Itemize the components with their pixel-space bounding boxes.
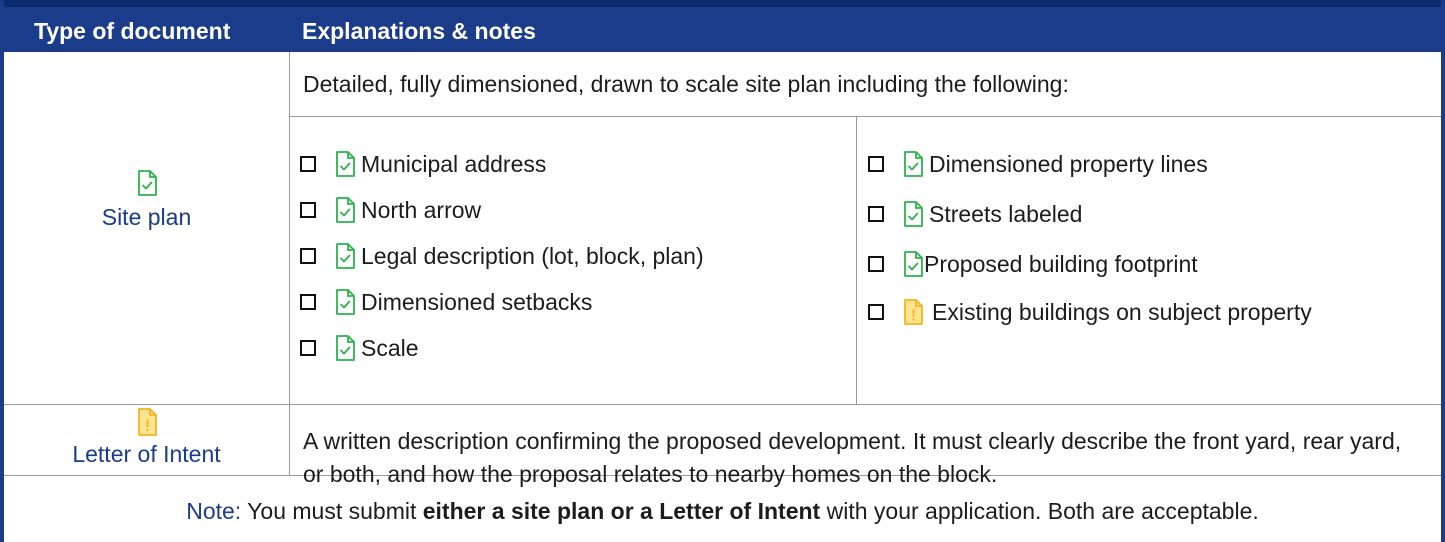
letter-of-intent-description: A written description confirming the pro… (303, 428, 1402, 487)
letter-of-intent-label: Letter of Intent (72, 441, 221, 467)
checkbox[interactable] (868, 206, 884, 222)
table-header: Type of document Explanations & notes (4, 0, 1441, 52)
checklist-item: Existing buildings on subject property (868, 294, 1312, 330)
checklist-item: Legal description (lot, block, plan) (300, 238, 704, 274)
checklist-item: Dimensioned setbacks (300, 284, 592, 320)
checkbox[interactable] (868, 304, 884, 320)
checklist-item: Streets labeled (868, 196, 1082, 232)
checkbox[interactable] (868, 156, 884, 172)
checklist-item-label: Dimensioned property lines (929, 150, 1208, 177)
note-text-bold: either a site plan or a Letter of Intent (422, 498, 821, 524)
checklist-item: Scale (300, 330, 419, 366)
site-plan-label: Site plan (101, 204, 192, 230)
document-check-icon (904, 251, 923, 277)
document-check-icon (904, 201, 923, 227)
row-divider (4, 404, 1441, 405)
checklist-divider (856, 116, 857, 404)
checklist-item-label: Legal description (lot, block, plan) (361, 242, 704, 269)
site-plan-intro: Detailed, fully dimensioned, drawn to sc… (303, 71, 1069, 97)
document-requirements-table: Type of document Explanations & notes Si… (0, 0, 1445, 542)
document-warning-icon (4, 408, 289, 438)
checkbox[interactable] (300, 294, 316, 310)
intro-divider (289, 116, 1441, 117)
checklist-item-label: Proposed building footprint (924, 250, 1198, 277)
document-check-icon (336, 243, 355, 269)
document-check-icon (336, 289, 355, 315)
document-check-icon (904, 151, 923, 177)
checkbox[interactable] (300, 248, 316, 264)
document-check-icon (336, 335, 355, 361)
checklist-item-label: Dimensioned setbacks (361, 288, 593, 315)
checklist-item: North arrow (300, 192, 481, 228)
checklist-item: Municipal address (300, 146, 546, 182)
checklist-item-label: Municipal address (361, 150, 547, 177)
site-plan-cell: Site plan (4, 170, 289, 231)
note-text-before: You must submit (241, 498, 423, 524)
letter-of-intent-cell: Letter of Intent (4, 408, 289, 468)
checklist-item-label: Scale (361, 334, 419, 361)
document-check-icon (336, 151, 355, 177)
checkbox[interactable] (868, 256, 884, 272)
checklist-item-label: North arrow (361, 196, 482, 223)
checkbox[interactable] (300, 202, 316, 218)
document-check-icon (4, 170, 289, 200)
note-label: Note: (186, 498, 242, 524)
submission-note: Note: You must submit either a site plan… (4, 498, 1441, 525)
checklist-item-label: Streets labeled (929, 200, 1083, 227)
checklist-item: Dimensioned property lines (868, 146, 1208, 182)
document-check-icon (336, 197, 355, 223)
checklist-item: Proposed building footprint (868, 246, 1198, 282)
header-type-of-document: Type of document (34, 18, 231, 44)
header-explanations-notes: Explanations & notes (302, 18, 536, 44)
checkbox[interactable] (300, 340, 316, 356)
checkbox[interactable] (300, 156, 316, 172)
note-text-after: with your application. Both are acceptab… (820, 498, 1259, 524)
document-warning-icon (904, 299, 923, 325)
checklist-item-label: Existing buildings on subject property (932, 298, 1312, 325)
